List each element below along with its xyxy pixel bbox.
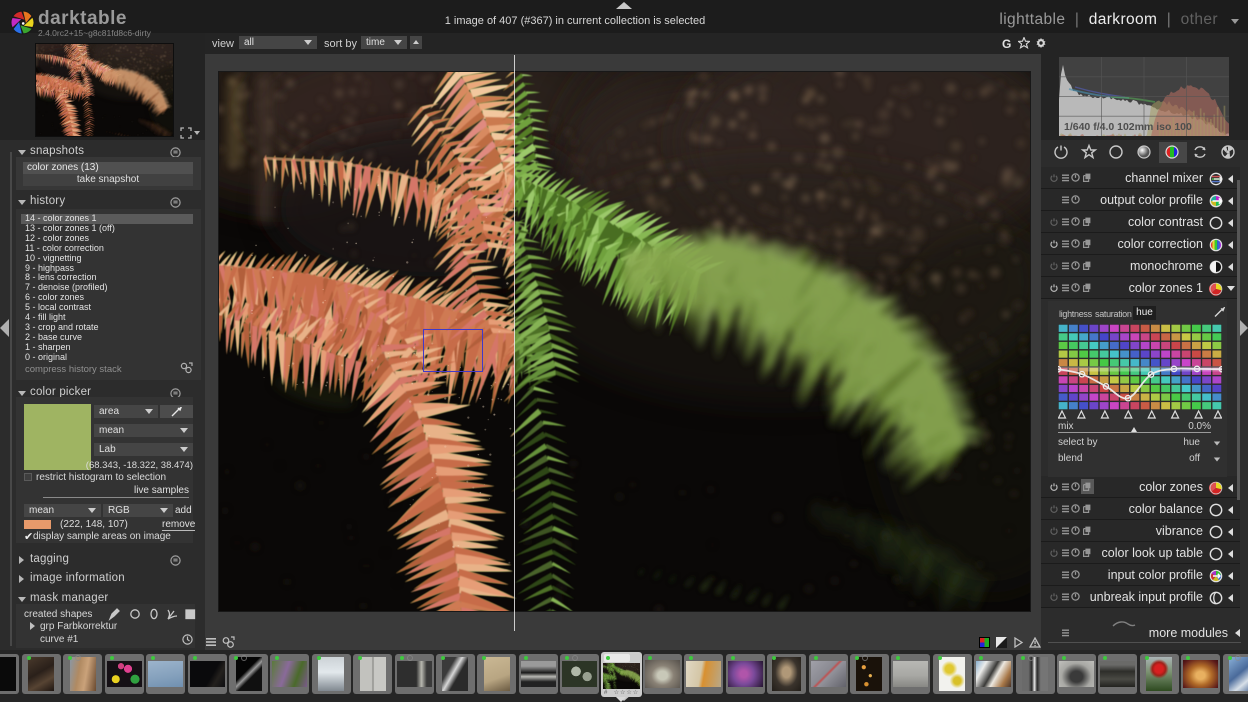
svg-text:1/640 f/4.0 102mm iso 100: 1/640 f/4.0 102mm iso 100: [1064, 121, 1192, 133]
